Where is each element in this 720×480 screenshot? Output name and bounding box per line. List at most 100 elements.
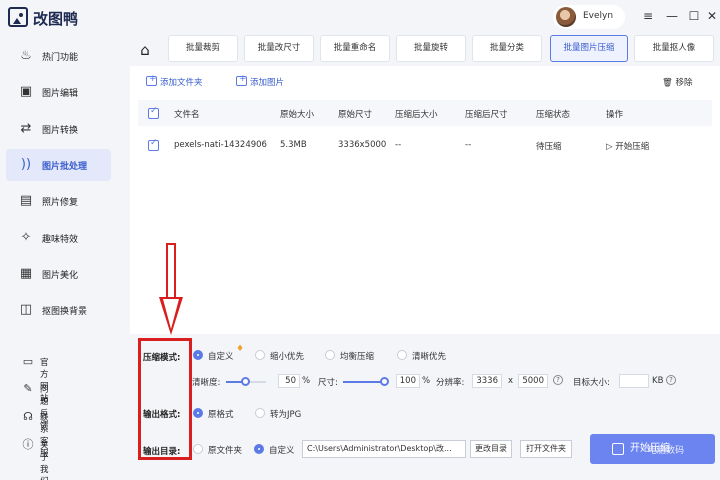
clarity-label: 清晰度: (192, 378, 221, 388)
sidebar-item-label: 图片批处理 (42, 162, 88, 172)
size-unit: % (422, 376, 431, 386)
target-help-icon[interactable]: ? (666, 375, 676, 385)
row-start-action[interactable]: ▷ 开始压缩 (606, 140, 649, 152)
avatar (556, 7, 576, 27)
resolution-separator: x (508, 376, 514, 386)
mode-small-label: 缩小优先 (270, 352, 305, 362)
clarity-slider-handle[interactable] (241, 377, 250, 386)
sidebar-item-effects[interactable]: ✧ 趣味特效 (6, 222, 111, 254)
add-folder-button[interactable]: 添加文件夹 (146, 74, 203, 90)
size-slider[interactable] (343, 377, 389, 386)
col-status: 压缩状态 (536, 110, 571, 120)
sidebar-item-cutout[interactable]: ◫ 抠图换背景 (6, 294, 111, 326)
target-size-input[interactable] (619, 374, 649, 388)
mode-clear-radio[interactable] (397, 350, 407, 360)
tab-bar: ⌂ 批量裁剪 批量改尺寸 批量重命名 批量旋转 批量分类 批量图片压缩 批量抠人… (130, 34, 720, 66)
home-icon[interactable]: ⌂ (136, 41, 154, 59)
tab-batch-rotate[interactable]: 批量旋转 (396, 35, 466, 62)
format-original-label: 原格式 (208, 410, 234, 420)
row-new-dims: -- (465, 140, 472, 150)
menu-icon[interactable]: ≡ (640, 8, 656, 24)
col-action: 操作 (606, 110, 624, 120)
dir-custom-radio[interactable] (254, 444, 264, 454)
tab-batch-classify[interactable]: 批量分类 (472, 35, 542, 62)
size-slider-handle[interactable] (380, 377, 389, 386)
title-bar: 改图鸭 Evelyn ≡ — ☐ ✕ (0, 0, 720, 34)
compress-icon (612, 443, 624, 455)
sidebar-item-batch[interactable]: )) 图片批处理 (6, 149, 111, 181)
row-checkbox[interactable] (148, 138, 159, 151)
dir-original-label: 原文件夹 (208, 446, 243, 456)
remove-button[interactable]: 🗑 移除 (662, 76, 693, 88)
tab-batch-crop[interactable]: 批量裁剪 (168, 35, 238, 62)
magic-icon: ✧ (20, 230, 32, 245)
target-size-unit: KB (652, 376, 664, 386)
image-edit-icon: ▣ (19, 84, 33, 99)
col-filename: 文件名 (174, 110, 200, 120)
play-icon: ▷ (606, 142, 613, 152)
sidebar-link-label: 关于我们 (40, 441, 49, 480)
size-label: 尺寸: (318, 378, 338, 388)
main-panel: ⌂ 批量裁剪 批量改尺寸 批量重命名 批量旋转 批量分类 批量图片压缩 批量抠人… (130, 34, 720, 480)
mode-balanced-label: 均衡压缩 (340, 352, 375, 362)
col-orig-dims: 原始尺寸 (338, 110, 373, 120)
tab-batch-resize[interactable]: 批量改尺寸 (244, 35, 314, 62)
col-new-size: 压缩后大小 (395, 110, 438, 120)
close-icon[interactable]: ✕ (704, 8, 720, 24)
format-original-radio[interactable] (193, 408, 203, 418)
sidebar-item-label: 照片修复 (42, 198, 79, 208)
tab-batch-rename[interactable]: 批量重命名 (320, 35, 390, 62)
clarity-input[interactable]: 50 (278, 374, 300, 388)
sidebar-item-hot[interactable]: ♨ 热门功能 (6, 40, 111, 72)
mode-small-radio[interactable] (255, 350, 265, 360)
remove-label: 移除 (675, 78, 693, 88)
image-add-icon (236, 74, 247, 86)
add-folder-label: 添加文件夹 (160, 78, 203, 88)
row-filename: pexels-nati-14324906 (174, 140, 267, 150)
tab-batch-compress[interactable]: 批量图片压缩 (550, 35, 628, 62)
resolution-help-icon[interactable]: ? (553, 375, 563, 385)
sidebar-item-label: 热门功能 (42, 53, 79, 63)
minimize-icon[interactable]: — (664, 8, 680, 24)
user-profile[interactable]: Evelyn (553, 5, 625, 29)
monitor-icon: ▭ (22, 355, 34, 368)
mode-balanced-radio[interactable] (325, 350, 335, 360)
target-size-label: 目标大小: (573, 378, 610, 388)
row-status: 待压缩 (536, 142, 562, 152)
tab-batch-portrait[interactable]: 批量抠人像 (634, 35, 714, 62)
open-folder-button[interactable]: 打开文件夹 (520, 440, 572, 458)
col-new-dims: 压缩后尺寸 (465, 110, 508, 120)
maximize-icon[interactable]: ☐ (686, 8, 702, 24)
output-path-input[interactable]: C:\Users\Administrator\Desktop\改... (302, 440, 466, 458)
row-orig-dims: 3336x5000 (338, 140, 387, 150)
beautify-icon: ▦ (19, 266, 33, 281)
sidebar-item-label: 抠图换背景 (42, 307, 88, 317)
table-header: 文件名 原始大小 原始尺寸 压缩后大小 压缩后尺寸 压缩状态 操作 (138, 100, 712, 126)
table-row[interactable]: pexels-nati-14324906 5.3MB 3336x5000 -- … (138, 132, 712, 158)
row-orig-size: 5.3MB (280, 140, 307, 150)
sidebar-item-label: 趣味特效 (42, 235, 79, 245)
annotation-arrow-head (159, 297, 183, 335)
mode-custom-radio[interactable] (193, 350, 203, 360)
change-dir-button[interactable]: 更改目录 (470, 440, 512, 458)
sidebar-item-image-edit[interactable]: ▣ 图片编辑 (6, 76, 111, 108)
dir-original-radio[interactable] (193, 444, 203, 454)
sidebar-item-beautify[interactable]: ▦ 图片美化 (6, 258, 111, 290)
size-input[interactable]: 100 (396, 374, 420, 388)
clarity-slider[interactable] (226, 377, 266, 386)
mode-custom-label: 自定义 (208, 352, 234, 362)
add-image-button[interactable]: 添加图片 (236, 74, 284, 90)
resolution-height-input[interactable]: 5000 (518, 374, 548, 388)
vip-icon: ♦ (236, 344, 245, 354)
resolution-width-input[interactable]: 3336 (472, 374, 502, 388)
sidebar-item-label: 图片美化 (42, 271, 79, 281)
size-slider-fill (343, 381, 385, 383)
user-name: Evelyn (583, 11, 614, 21)
select-all-checkbox[interactable] (148, 106, 159, 119)
sidebar-item-convert[interactable]: ⇄ 图片转换 (6, 113, 111, 145)
sidebar-item-photo-repair[interactable]: ▤ 照片修复 (6, 185, 111, 217)
annotation-highlight-box (138, 338, 192, 460)
format-jpg-label: 转为JPG (270, 410, 302, 420)
format-jpg-radio[interactable] (255, 408, 265, 418)
annotation-arrow-shaft (166, 243, 176, 299)
